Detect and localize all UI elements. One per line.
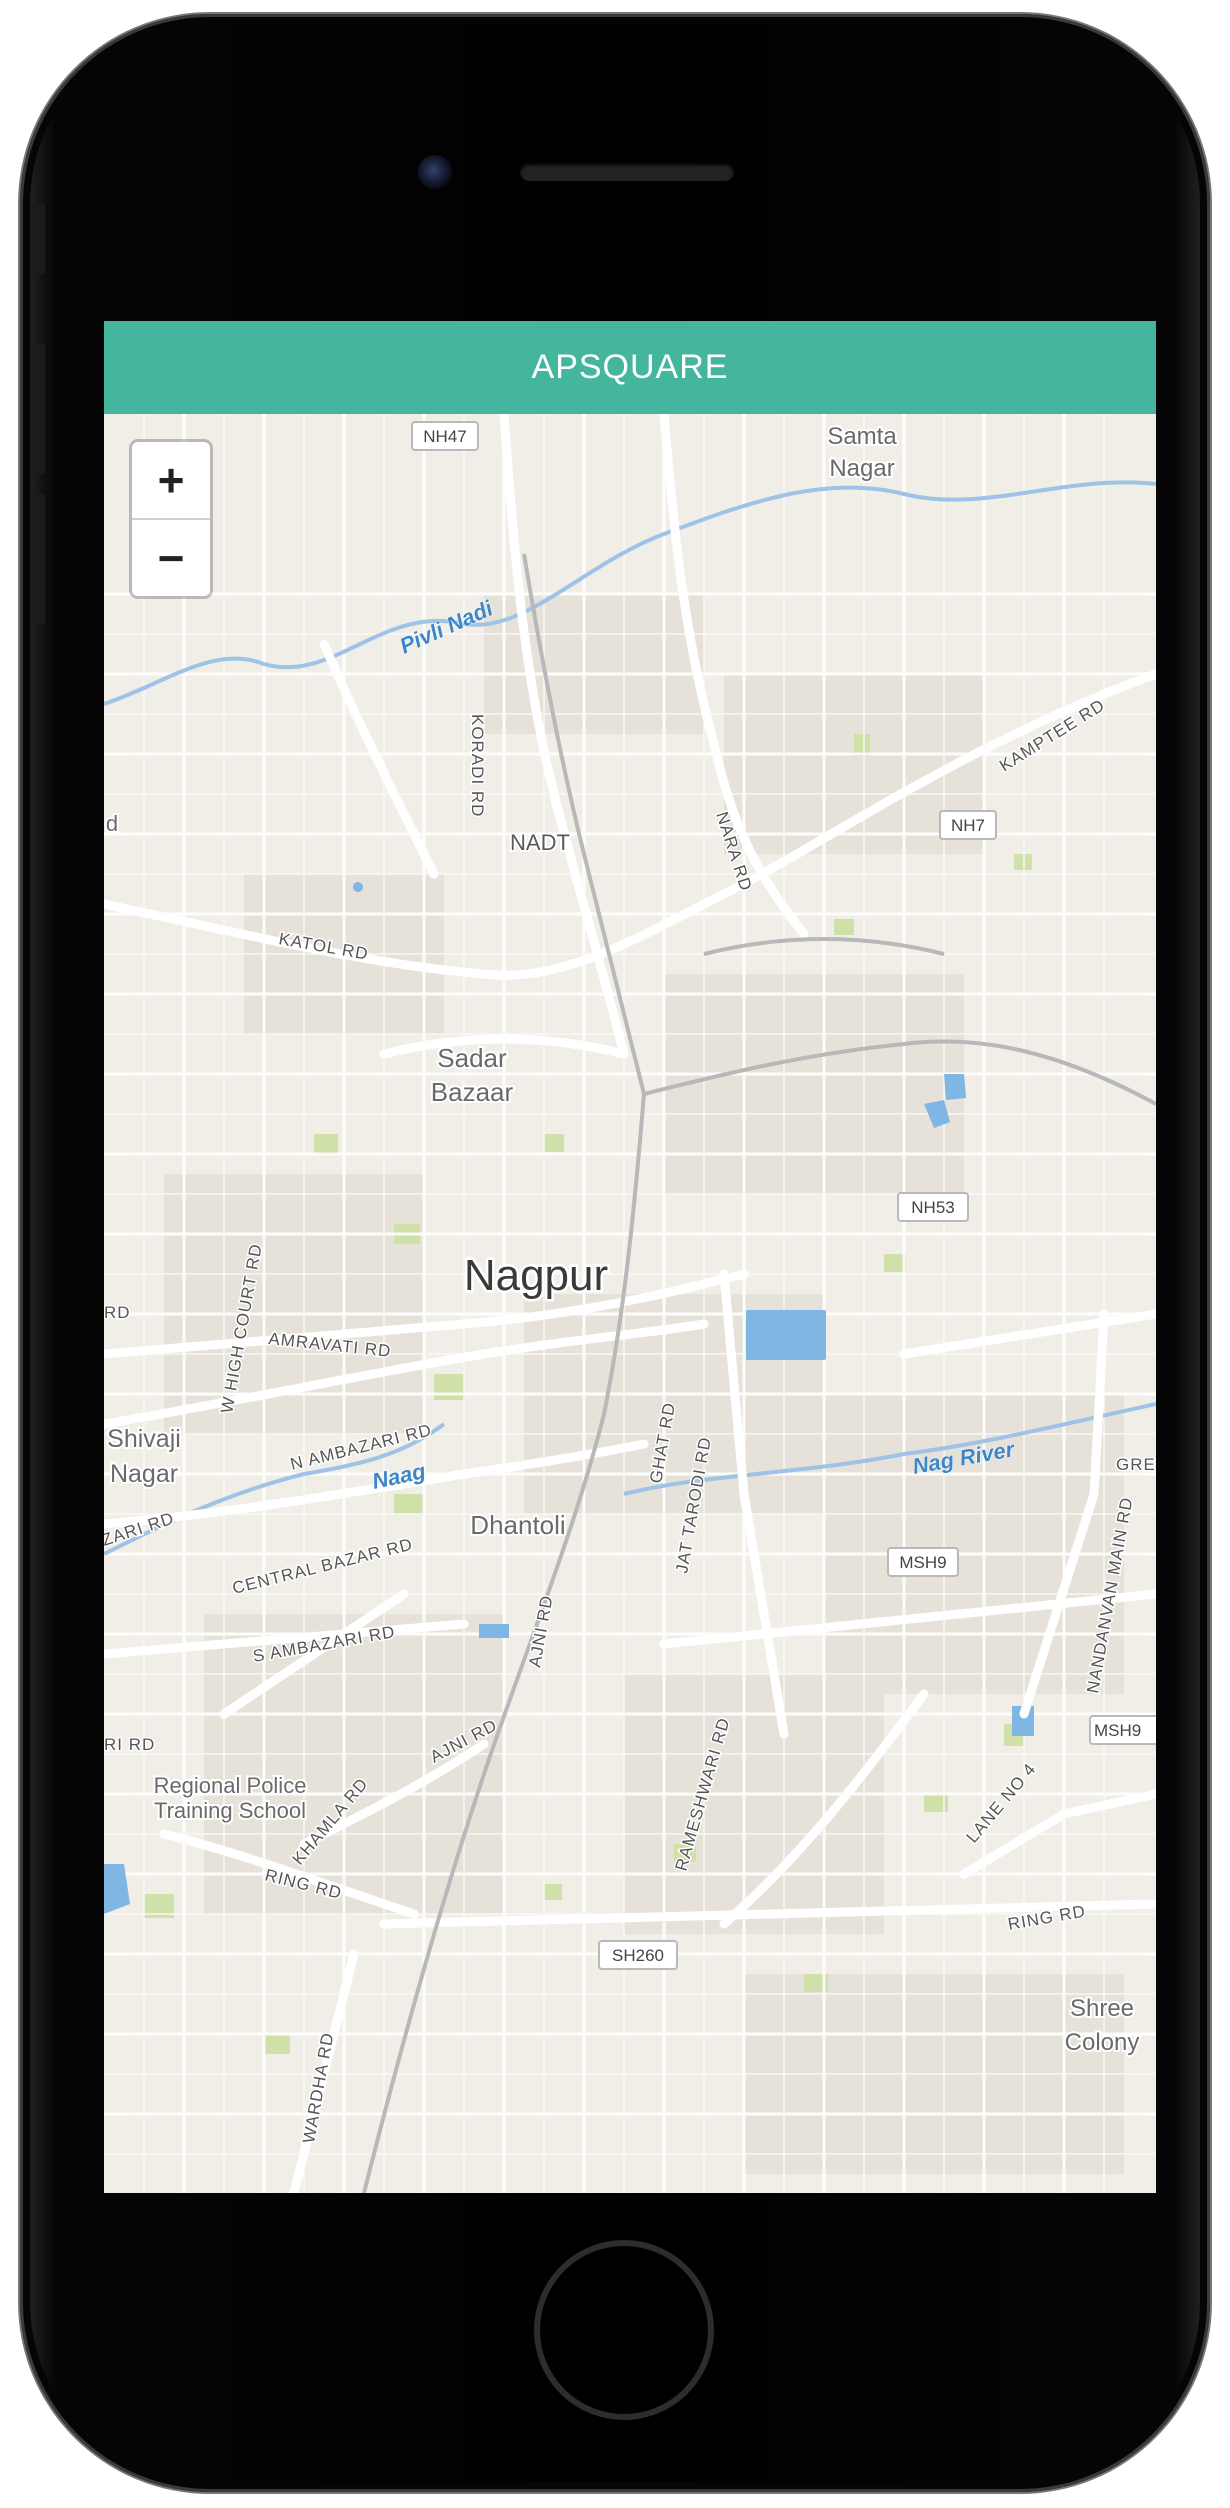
road-label-edge-rd: RD [104, 1303, 131, 1322]
shield-nh47: NH47 [423, 427, 466, 446]
road-label-koradi: KORADI RD [468, 714, 487, 817]
zoom-in-button[interactable]: + [132, 442, 210, 520]
shield-nh7: NH7 [951, 816, 985, 835]
place-label-dhantoli: Dhantoli [470, 1510, 565, 1540]
shield-sh260: SH260 [612, 1946, 664, 1965]
place-label-sadar: Sadar [437, 1043, 507, 1073]
volume-up-button [33, 344, 45, 474]
front-camera [418, 155, 452, 189]
place-label-edge-d: d [106, 811, 118, 836]
shield-msh9: MSH9 [899, 1553, 946, 1572]
zoom-out-button[interactable]: − [132, 520, 210, 596]
place-label-nadt: NADT [510, 830, 570, 855]
place-label-colony: Colony [1065, 2029, 1140, 2056]
shield-msh9-edge: MSH9 [1094, 1721, 1141, 1740]
shield-nh53: NH53 [911, 1198, 954, 1217]
place-label-police: Regional Police [154, 1773, 307, 1798]
app-title: APSQUARE [531, 348, 729, 386]
road-label-edge-ri-rd: RI RD [104, 1735, 155, 1754]
place-label-training-school: Training School [154, 1798, 306, 1823]
place-label-shree: Shree [1070, 1995, 1134, 2022]
city-label: Nagpur [464, 1251, 608, 1300]
volume-down-button [33, 494, 45, 624]
road-label-gre: GRE [1116, 1455, 1156, 1474]
place-label-shivaji-nagar: Nagar [110, 1460, 178, 1488]
earpiece-speaker [520, 163, 734, 181]
place-label-samta-nagar: Nagar [829, 455, 894, 482]
app-header: APSQUARE [104, 321, 1156, 414]
map-view[interactable]: Pivli Nadi Naag Nag River KORADI RD KATO… [104, 414, 1156, 2193]
home-button[interactable] [534, 2240, 714, 2420]
zoom-control: + − [132, 442, 210, 596]
phone-screen: APSQUARE Pivli Nadi Naag Nag River KORAD… [104, 321, 1156, 2193]
place-label-shivaji: Shivaji [107, 1425, 181, 1453]
mute-switch [33, 204, 45, 274]
map-canvas[interactable]: Pivli Nadi Naag Nag River KORADI RD KATO… [104, 414, 1156, 2193]
place-label-samta: Samta [827, 423, 897, 450]
place-label-bazaar: Bazaar [431, 1077, 514, 1107]
